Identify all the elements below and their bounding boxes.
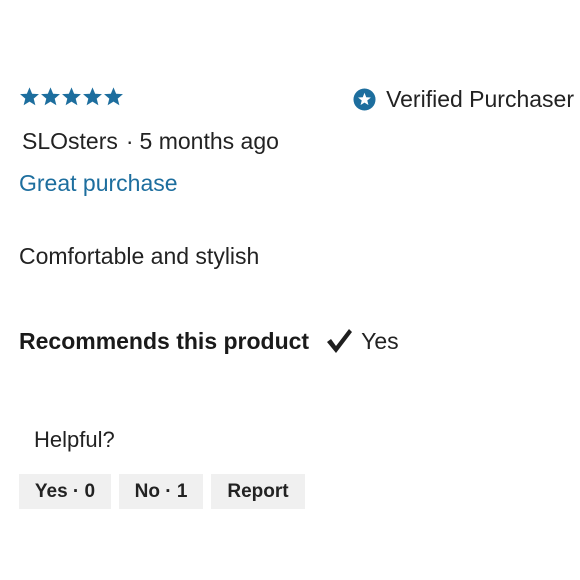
helpful-actions: Yes · 0 No · 1 Report: [19, 474, 305, 509]
recommendation-answer: Yes: [361, 327, 399, 354]
star-icon: [104, 87, 123, 106]
verified-purchaser-badge: Verified Purchaser: [353, 86, 574, 113]
verified-label: Verified Purchaser: [386, 86, 574, 112]
posted-time: 5 months ago: [139, 128, 279, 154]
review-title: Great purchase: [19, 170, 178, 196]
star-icon: [62, 87, 81, 106]
helpful-yes-button[interactable]: Yes · 0: [19, 474, 111, 509]
star-rating: [19, 86, 124, 107]
star-badge-icon: [353, 88, 376, 111]
report-button[interactable]: Report: [211, 474, 305, 509]
star-icon: [83, 87, 102, 106]
helpful-no-button[interactable]: No · 1: [119, 474, 203, 509]
review-meta: SLOsters · 5 months ago: [22, 128, 279, 155]
review-body: Comfortable and stylish: [19, 243, 260, 269]
checkmark-icon: [327, 329, 353, 353]
star-icon: [41, 87, 60, 106]
meta-separator: ·: [125, 128, 134, 154]
author-name: SLOsters: [22, 128, 118, 154]
star-icon: [20, 87, 39, 106]
review-card: Verified Purchaser SLOsters · 5 months ago…: [0, 0, 580, 580]
helpful-question: Helpful?: [34, 427, 115, 452]
recommendation: Recommends this product Yes: [19, 327, 399, 355]
recommendation-label: Recommends this product: [19, 327, 310, 354]
